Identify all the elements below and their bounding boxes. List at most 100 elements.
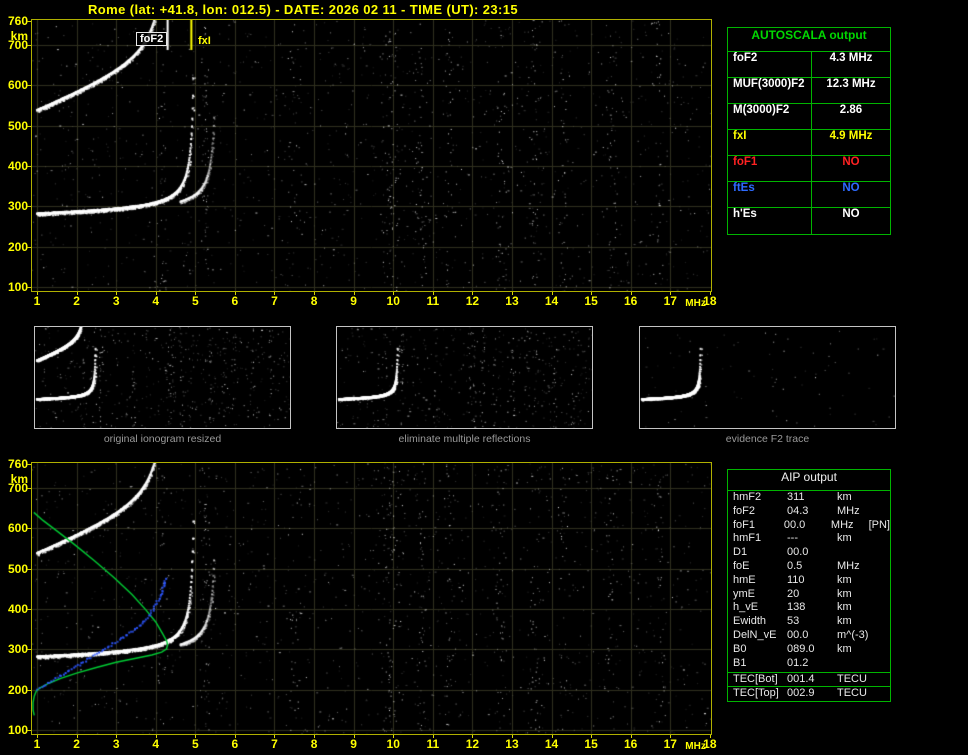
x-axis-tick-mark xyxy=(353,735,355,738)
x-axis-tick-label: 15 xyxy=(584,737,598,751)
aip-param-name: foF1 xyxy=(733,518,756,531)
aip-row: hmF1 --- km xyxy=(728,532,890,546)
x-axis-tick-label: 11 xyxy=(426,294,440,308)
aip-param-name: B0 xyxy=(733,642,747,655)
autoscala-param-value: NO xyxy=(842,182,860,194)
aip-table-title: AIP output xyxy=(728,470,890,491)
y-axis-tick-label: 760 xyxy=(7,14,28,28)
y-axis-tick-label: 500 xyxy=(7,561,28,576)
y-axis-tick-label: 200 xyxy=(7,239,28,254)
y-axis-tick-mark xyxy=(27,609,31,611)
autoscala-param-value: NO xyxy=(842,208,860,220)
autoscala-param-value: 2.86 xyxy=(839,104,863,116)
tec-unit: TECU xyxy=(837,673,867,686)
aip-param-value: 089.0 xyxy=(787,642,815,655)
y-axis-tick-mark xyxy=(27,528,31,530)
x-axis-tick-label: 5 xyxy=(191,737,199,751)
aip-param-value: 110 xyxy=(787,573,805,586)
aip-param-unit: km xyxy=(837,573,852,586)
x-axis-tick-label: 4 xyxy=(152,737,160,751)
aip-row: B1 01.2 xyxy=(728,657,890,671)
x-axis-tick-label: 16 xyxy=(624,294,638,308)
x-axis-tick-label: 7 xyxy=(271,294,278,308)
y-axis-tick-label: 200 xyxy=(7,682,28,697)
aip-param-unit: MHz xyxy=(830,518,854,531)
x-axis-tick-mark xyxy=(709,292,711,295)
autoscala-param-label: ftEs xyxy=(728,182,812,207)
thumbnail-original-canvas xyxy=(35,327,290,428)
x-axis-tick-mark xyxy=(274,735,276,738)
aip-param-unit: km xyxy=(837,642,852,655)
aip-row: DelN_vE 00.0 m^(-3) xyxy=(728,629,890,643)
autoscala-row: MUF(3000)F2 12.3 MHz xyxy=(728,78,890,104)
x-axis-tick-label: 3 xyxy=(112,294,120,308)
autoscala-param-label: fxI xyxy=(728,130,812,155)
thumbnail-multiples-removed xyxy=(336,326,593,429)
y-axis-tick-mark xyxy=(27,21,31,22)
x-axis-tick-label: 1 xyxy=(33,294,41,308)
x-axis-tick-label: 14 xyxy=(544,737,559,751)
aip-param-note xyxy=(877,643,890,657)
y-axis-tick-mark xyxy=(27,568,31,570)
y-axis-tick-label: 100 xyxy=(7,279,28,294)
x-axis-tick-label: 2 xyxy=(73,294,80,308)
aip-param-value: 0.5 xyxy=(787,559,803,572)
x-axis-tick-label: 13 xyxy=(505,294,519,308)
x-axis-tick-mark xyxy=(630,735,632,738)
x-axis-tick-mark xyxy=(670,735,672,738)
x-axis-tick-mark xyxy=(195,292,197,295)
aip-param-unit xyxy=(837,546,877,560)
aip-param-unit: km xyxy=(837,615,852,628)
autoscala-output-table: AUTOSCALA output foF2 4.3 MHz MUF(3000)F2 1… xyxy=(727,27,891,235)
x-axis-tick-label: 17 xyxy=(663,737,677,751)
bottom-ionogram-canvas xyxy=(32,463,711,734)
x-axis-tick-mark xyxy=(709,735,711,738)
aip-param-unit xyxy=(837,657,877,671)
aip-param-name: Ewidth xyxy=(733,615,767,628)
x-axis-tick-label: 8 xyxy=(310,294,318,308)
autoscala-param-label: foF2 xyxy=(728,52,812,77)
aip-param-note xyxy=(877,588,890,602)
autoscala-row: M(3000)F2 2.86 xyxy=(728,104,890,130)
x-axis-unit-label: MHz xyxy=(685,741,706,752)
aip-param-note: [PN] xyxy=(868,518,890,531)
aip-param-note xyxy=(877,491,890,505)
aip-param-value: 04.3 xyxy=(787,504,809,517)
y-axis-tick-label: 300 xyxy=(7,642,28,657)
aip-param-value: 53 xyxy=(787,615,800,628)
aip-row: B0 089.0 km xyxy=(728,643,890,657)
x-axis-tick-label: 11 xyxy=(426,737,440,751)
y-axis-tick-mark xyxy=(27,45,31,47)
x-axis-tick-mark xyxy=(591,735,593,738)
aip-param-name: DelN_vE xyxy=(733,628,777,641)
aip-row: ymE 20 km xyxy=(728,588,890,602)
aip-row: hmF2 311 km xyxy=(728,491,890,505)
aip-row: foF2 04.3 MHz xyxy=(728,505,890,519)
x-axis-tick-mark xyxy=(432,292,434,295)
main-ionogram-canvas xyxy=(32,20,711,291)
x-axis-tick-label: 13 xyxy=(505,737,519,751)
aip-param-unit: km xyxy=(837,601,852,614)
x-axis-tick-mark xyxy=(234,735,236,738)
aip-param-name: foF2 xyxy=(733,504,756,517)
x-axis-tick-label: 17 xyxy=(663,294,677,308)
y-axis-tick-label: 500 xyxy=(7,118,28,133)
tec-value: 002.9 xyxy=(787,687,815,700)
x-axis-tick-label: 9 xyxy=(350,294,357,308)
aip-row: D1 00.0 xyxy=(728,546,890,560)
y-axis-unit-label: km xyxy=(10,29,28,43)
aip-param-name: hmE xyxy=(733,573,756,586)
autoscala-row: fxI 4.9 MHz xyxy=(728,130,890,156)
tec-name: TEC[Bot] xyxy=(733,673,778,686)
x-axis-tick-mark xyxy=(116,292,118,295)
y-axis-tick-mark xyxy=(27,488,31,490)
aip-param-value: 00.0 xyxy=(783,518,806,531)
aip-param-value: 00.0 xyxy=(787,628,809,641)
main-ionogram-plot: foF2 fxI xyxy=(31,19,712,292)
y-axis-tick-mark xyxy=(27,729,31,731)
x-axis-tick-mark xyxy=(234,292,236,295)
thumbnail-multiples-canvas xyxy=(337,327,592,428)
autoscala-param-value: 12.3 MHz xyxy=(826,78,876,90)
x-axis-tick-mark xyxy=(393,292,395,295)
x-axis-tick-label: 7 xyxy=(271,737,278,751)
